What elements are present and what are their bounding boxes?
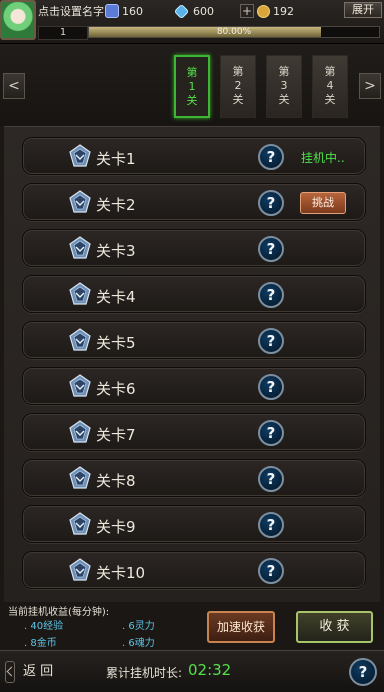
stage-info-icon[interactable]: ? xyxy=(258,328,284,354)
help-button[interactable]: ? xyxy=(349,658,377,686)
stage-row-1[interactable]: 关卡1? 挂机中.. xyxy=(22,137,366,175)
rank-badge-icon xyxy=(69,558,91,582)
stage-info-icon[interactable]: ? xyxy=(258,558,284,584)
stage-row-5[interactable]: 关卡5? xyxy=(22,321,366,359)
tab-chapter-1[interactable]: 第 1 关 xyxy=(174,55,210,118)
collect-button[interactable]: 收 获 xyxy=(296,611,373,643)
total-idle-time-value: 02:32 xyxy=(188,661,232,679)
stage-row-2[interactable]: 关卡2? 挑战 xyxy=(22,183,366,221)
stage-info-icon[interactable]: ? xyxy=(258,236,284,262)
top-bar: 点击设置名字 160 600 + 192 展开 1 80.00% xyxy=(0,0,384,44)
tab-label: 3 xyxy=(280,79,288,92)
rank-badge-icon xyxy=(69,466,91,490)
stage-label: 关卡10 xyxy=(96,564,146,582)
idle-status: 挂机中.. xyxy=(301,151,345,165)
income-spirit: . 6灵力 xyxy=(122,621,155,632)
rank-badge-icon xyxy=(69,328,91,352)
stage-row-9[interactable]: 关卡9? xyxy=(22,505,366,543)
avatar[interactable] xyxy=(0,0,36,40)
stage-row-7[interactable]: 关卡7? xyxy=(22,413,366,451)
stage-info-icon[interactable]: ? xyxy=(258,144,284,170)
stage-label: 关卡3 xyxy=(96,242,136,260)
tab-label: 关 xyxy=(278,93,290,106)
stage-info-icon[interactable]: ? xyxy=(258,512,284,538)
back-label: 返 回 xyxy=(23,664,54,679)
player-level: 1 xyxy=(38,26,88,40)
challenge-button[interactable]: 挑战 xyxy=(300,192,346,214)
bottom-bar: 返 回 累计挂机时长: 02:32 ? xyxy=(0,650,384,692)
vip-value: 160 xyxy=(122,4,143,18)
income-title: 当前挂机收益(每分钟): xyxy=(8,607,110,618)
stage-label: 关卡9 xyxy=(96,518,136,536)
stage-row-10[interactable]: 关卡10? xyxy=(22,551,366,589)
gold-resource: + 192 xyxy=(240,2,294,20)
exp-percent-text: 80.00% xyxy=(216,27,252,37)
diamond-resource: 600 xyxy=(173,2,214,20)
add-gold-button[interactable]: + xyxy=(240,4,254,18)
income-gold: . 8金币 xyxy=(24,638,57,649)
rank-badge-icon xyxy=(69,512,91,536)
stage-label: 关卡8 xyxy=(96,472,136,490)
tab-chapter-2[interactable]: 第 2 关 xyxy=(220,55,256,118)
chapter-tabs: < 第 1 关 第 2 关 第 3 关 第 4 关 > xyxy=(0,44,384,126)
stage-info-icon[interactable]: ? xyxy=(258,420,284,446)
stage-info-icon[interactable]: ? xyxy=(258,282,284,308)
stage-info-icon[interactable]: ? xyxy=(258,374,284,400)
gold-value: 192 xyxy=(273,4,294,18)
diamond-icon xyxy=(173,3,190,19)
back-button[interactable]: 返 回 xyxy=(5,657,67,687)
income-exp: . 40经验 xyxy=(24,621,64,632)
rank-badge-icon xyxy=(69,236,91,260)
rank-badge-icon xyxy=(69,374,91,398)
stage-list-panel: 关卡1? 挂机中.. 关卡2? 挑战 关卡3? 关卡4? 关卡5? 关卡6? 关卡7? 关卡8? 关… xyxy=(4,126,380,602)
expand-button[interactable]: 展开 xyxy=(344,2,382,18)
rank-badge-icon xyxy=(69,282,91,306)
rank-badge-icon xyxy=(69,420,91,444)
exp-bar: 80.00% xyxy=(88,26,380,38)
stage-row-6[interactable]: 关卡6? xyxy=(22,367,366,405)
stage-label: 关卡5 xyxy=(96,334,136,352)
tab-label: 第 xyxy=(186,66,198,79)
stage-row-4[interactable]: 关卡4? xyxy=(22,275,366,313)
stage-label: 关卡4 xyxy=(96,288,136,306)
vip-icon xyxy=(105,4,119,18)
gold-coin-icon xyxy=(257,4,270,18)
rank-badge-icon xyxy=(69,190,91,214)
prev-chapter-button[interactable]: < xyxy=(3,73,25,99)
next-chapter-button[interactable]: > xyxy=(359,73,381,99)
tab-label: 第 xyxy=(232,65,244,78)
stage-info-icon[interactable]: ? xyxy=(258,466,284,492)
stage-row-3[interactable]: 关卡3? xyxy=(22,229,366,267)
tab-label: 关 xyxy=(186,94,198,107)
tab-label: 1 xyxy=(188,80,196,93)
tab-chapter-4[interactable]: 第 4 关 xyxy=(312,55,348,118)
tab-label: 关 xyxy=(324,93,336,106)
income-soul: . 6魂力 xyxy=(122,638,155,649)
rank-badge-icon xyxy=(69,144,91,168)
tab-chapter-3[interactable]: 第 3 关 xyxy=(266,55,302,118)
stage-label: 关卡6 xyxy=(96,380,136,398)
stage-label: 关卡2 xyxy=(96,196,136,214)
tab-label: 关 xyxy=(232,93,244,106)
player-name[interactable]: 点击设置名字 xyxy=(38,3,104,19)
stage-label: 关卡7 xyxy=(96,426,136,444)
tab-label: 4 xyxy=(326,79,334,92)
vip-resource: 160 xyxy=(105,2,143,20)
stage-label: 关卡1 xyxy=(96,150,136,168)
total-idle-time-label: 累计挂机时长: xyxy=(106,666,183,680)
tab-label: 第 xyxy=(324,65,336,78)
stage-row-8[interactable]: 关卡8? xyxy=(22,459,366,497)
diamond-value: 600 xyxy=(193,4,214,18)
stage-info-icon[interactable]: ? xyxy=(258,190,284,216)
tab-label: 2 xyxy=(234,79,242,92)
speed-up-harvest-button[interactable]: 加速收获 xyxy=(207,611,275,643)
back-chevron-icon xyxy=(5,660,15,683)
tab-label: 第 xyxy=(278,65,290,78)
